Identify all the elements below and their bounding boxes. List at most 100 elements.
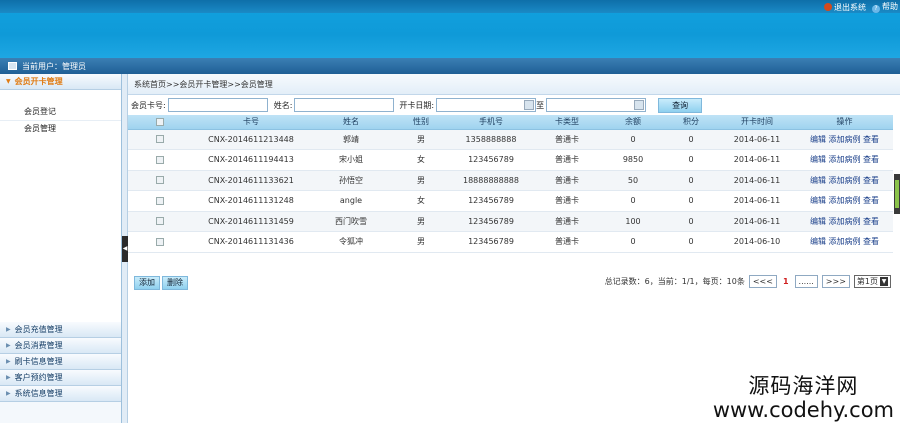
calendar-icon[interactable] [634, 100, 645, 110]
view-link[interactable]: 查看 [863, 176, 879, 185]
add-case-link[interactable]: 添加病例 [829, 155, 861, 164]
logout-link[interactable]: 退出系统 [824, 2, 866, 13]
cell-balance: 50 [602, 170, 664, 191]
name-input[interactable] [294, 98, 395, 112]
row-checkbox[interactable] [156, 135, 164, 144]
cell-name: 令狐冲 [310, 231, 392, 253]
cell-type: 普通卡 [532, 129, 602, 150]
date-from-input[interactable] [436, 98, 537, 112]
col-name: 姓名 [310, 115, 392, 130]
cell-gender: 女 [392, 190, 450, 212]
cell-balance: 0 [602, 190, 664, 212]
col-phone: 手机号 [450, 115, 532, 130]
cell-name: 西门吹雪 [310, 211, 392, 232]
sidebar-section-booking[interactable]: ▶ 客户预约管理 [0, 370, 121, 386]
table-row: CNX-2014611213448 郭靖 男 1358888888 普通卡 0 … [128, 129, 893, 150]
cell-card: CNX-2014611213448 [192, 129, 310, 150]
top-banner: 退出系统 ? 帮助 [0, 0, 900, 58]
cell-ops: 编辑 添加病例 查看 [796, 149, 893, 171]
add-case-link[interactable]: 添加病例 [829, 135, 861, 144]
sidebar-section-system[interactable]: ▶ 系统信息管理 [0, 386, 121, 402]
cell-gender: 男 [392, 129, 450, 150]
date-to-input[interactable] [546, 98, 647, 112]
edit-link[interactable]: 编辑 [810, 176, 826, 185]
query-button[interactable]: 查询 [658, 97, 703, 113]
add-case-link[interactable]: 添加病例 [829, 217, 861, 226]
top-stripe [0, 0, 900, 13]
cell-gender: 男 [392, 211, 450, 232]
cell-type: 普通卡 [532, 149, 602, 171]
help-icon: ? [872, 5, 880, 13]
right-side-handle[interactable] [894, 174, 900, 214]
col-card-type: 卡类型 [532, 115, 602, 130]
edit-link[interactable]: 编辑 [810, 217, 826, 226]
current-page[interactable]: 1 [781, 277, 791, 286]
card-number-label: 会员卡号: [131, 100, 166, 110]
edit-link[interactable]: 编辑 [810, 155, 826, 164]
select-all-checkbox[interactable] [156, 117, 164, 126]
top-links: 退出系统 ? 帮助 [824, 1, 898, 13]
row-checkbox[interactable] [156, 237, 164, 246]
sidebar-section-card-open[interactable]: ▼ 会员开卡管理 [0, 74, 121, 90]
delete-button[interactable]: 删除 [162, 276, 188, 290]
edit-link[interactable]: 编辑 [810, 237, 826, 246]
add-case-link[interactable]: 添加病例 [829, 196, 861, 205]
chevron-right-icon: ▶ [6, 374, 11, 381]
col-gender: 性别 [392, 115, 450, 130]
page-select[interactable]: 第1页 ▼ [853, 275, 891, 288]
row-checkbox[interactable] [156, 155, 164, 164]
add-case-link[interactable]: 添加病例 [829, 237, 861, 246]
col-open-date: 开卡时间 [718, 115, 796, 130]
cell-card: CNX-2014611131248 [192, 190, 310, 212]
help-link[interactable]: ? 帮助 [872, 1, 898, 13]
watermark-line1: 源码海洋网 [748, 374, 859, 398]
date-from-field[interactable] [436, 98, 537, 112]
row-checkbox[interactable] [156, 196, 164, 205]
col-balance: 余额 [602, 115, 664, 130]
table-header-row: 卡号 姓名 性别 手机号 卡类型 余额 积分 开卡时间 操作 [128, 115, 893, 130]
date-to-field[interactable] [546, 98, 647, 112]
cell-phone: 123456789 [450, 231, 532, 253]
edit-link[interactable]: 编辑 [810, 196, 826, 205]
sidebar-section-swipe[interactable]: ▶ 刷卡信息管理 [0, 354, 121, 370]
row-checkbox[interactable] [156, 217, 164, 226]
view-link[interactable]: 查看 [863, 135, 879, 144]
view-link[interactable]: 查看 [863, 196, 879, 205]
cell-ops: 编辑 添加病例 查看 [796, 231, 893, 253]
logout-label: 退出系统 [834, 2, 866, 12]
sidebar-section-label: 会员充值管理 [14, 325, 63, 334]
add-case-link[interactable]: 添加病例 [829, 176, 861, 185]
sidebar-item-member-register[interactable]: 会员登记 [0, 104, 121, 120]
add-button[interactable]: 添加 [134, 276, 160, 290]
cell-balance: 100 [602, 211, 664, 232]
edit-link[interactable]: 编辑 [810, 135, 826, 144]
cell-name: 宋小姐 [310, 149, 392, 171]
row-checkbox[interactable] [156, 176, 164, 185]
cell-points: 0 [664, 231, 718, 253]
cell-date: 2014-06-10 [718, 231, 796, 253]
chevron-down-icon: ▼ [880, 277, 888, 286]
prev-page-button[interactable]: <<< [748, 275, 777, 288]
view-link[interactable]: 查看 [863, 217, 879, 226]
row-select [128, 170, 192, 191]
table-row: CNX-2014611131248 angle 女 123456789 普通卡 … [128, 190, 893, 212]
sidebar-section-label: 刷卡信息管理 [14, 357, 63, 366]
chevron-right-icon: ▶ [6, 342, 11, 349]
row-select [128, 129, 192, 150]
cell-phone: 123456789 [450, 211, 532, 232]
more-pages-button[interactable]: ...... [794, 275, 818, 288]
cell-name: 郭靖 [310, 129, 392, 150]
cell-card: CNX-2014611133621 [192, 170, 310, 191]
next-page-button[interactable]: >>> [821, 275, 850, 288]
cell-phone: 123456789 [450, 149, 532, 171]
cell-points: 0 [664, 190, 718, 212]
view-link[interactable]: 查看 [863, 237, 879, 246]
sidebar-item-member-manage[interactable]: 会员管理 [0, 120, 121, 136]
card-number-input[interactable] [167, 98, 268, 112]
sidebar-section-recharge[interactable]: ▶ 会员充值管理 [0, 322, 121, 338]
sidebar-section-consume[interactable]: ▶ 会员消费管理 [0, 338, 121, 354]
view-link[interactable]: 查看 [863, 155, 879, 164]
member-table: 卡号 姓名 性别 手机号 卡类型 余额 积分 开卡时间 操作 CNX-20146… [128, 115, 893, 253]
calendar-icon[interactable] [524, 100, 535, 110]
cell-name: angle [310, 190, 392, 212]
